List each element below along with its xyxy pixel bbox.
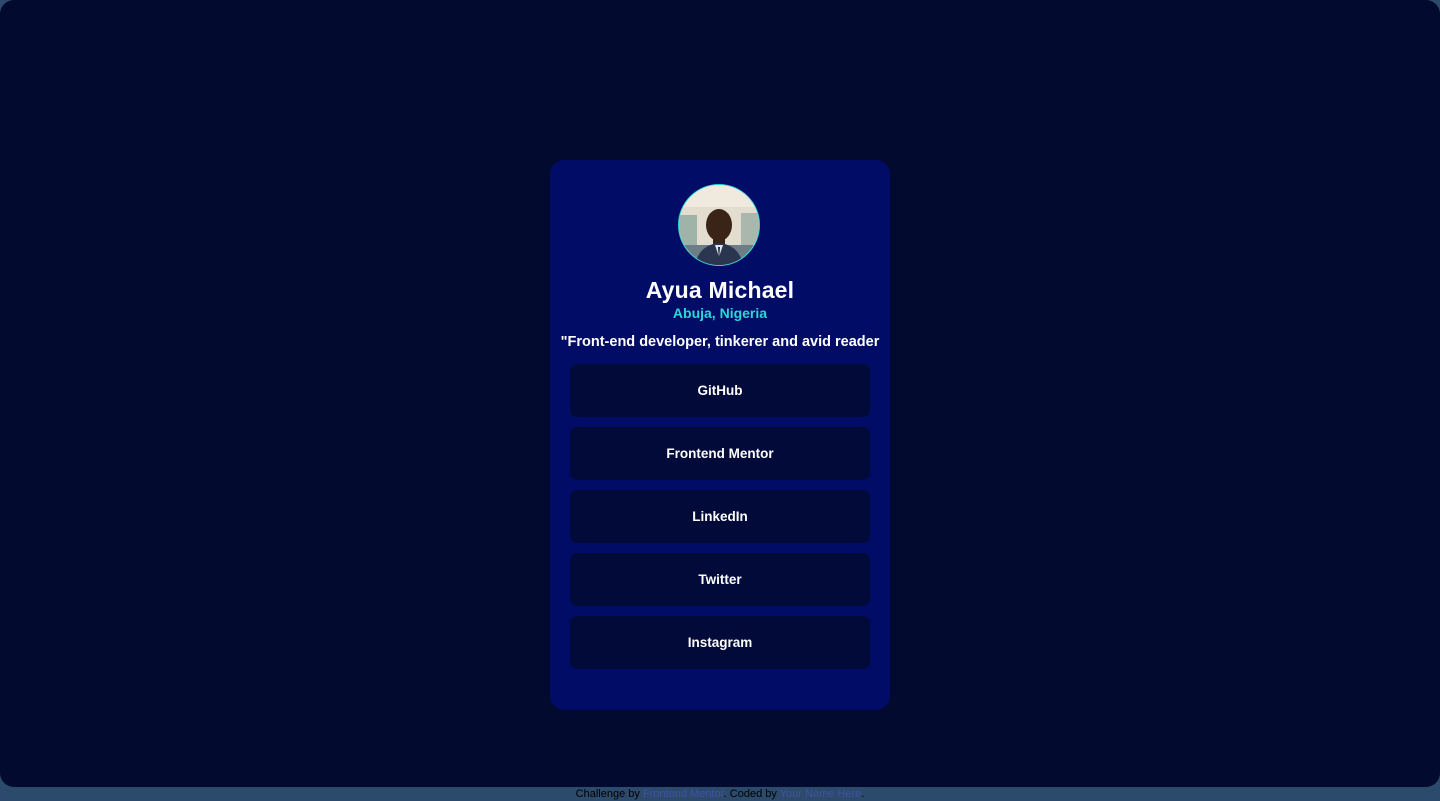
author-link[interactable]: Your Name Here: [780, 788, 862, 800]
page-window: Ayua Michael Abuja, Nigeria "Front-end d…: [0, 0, 1440, 787]
social-links: GitHub Frontend Mentor LinkedIn Twitter …: [570, 364, 870, 679]
profile-location: Abuja, Nigeria: [672, 305, 768, 321]
attribution-prefix: Challenge by: [575, 788, 640, 800]
attribution-middle: . Coded by: [723, 788, 777, 800]
attribution: Challenge by Frontend Mentor. Coded by Y…: [0, 788, 1440, 800]
avatar-photo-icon: [679, 185, 759, 265]
profile-bio: "Front-end developer, tinkerer and avid …: [560, 334, 880, 350]
twitter-link-button[interactable]: Twitter: [570, 553, 870, 606]
profile-name: Ayua Michael: [645, 277, 795, 303]
frontend-mentor-link-button[interactable]: Frontend Mentor: [570, 427, 870, 480]
avatar: [678, 184, 760, 266]
challenge-link[interactable]: Frontend Mentor: [643, 788, 724, 800]
profile-card: Ayua Michael Abuja, Nigeria "Front-end d…: [550, 160, 890, 710]
github-link-button[interactable]: GitHub: [570, 364, 870, 417]
linkedin-link-button[interactable]: LinkedIn: [570, 490, 870, 543]
attribution-suffix: .: [861, 788, 865, 800]
instagram-link-button[interactable]: Instagram: [570, 616, 870, 669]
